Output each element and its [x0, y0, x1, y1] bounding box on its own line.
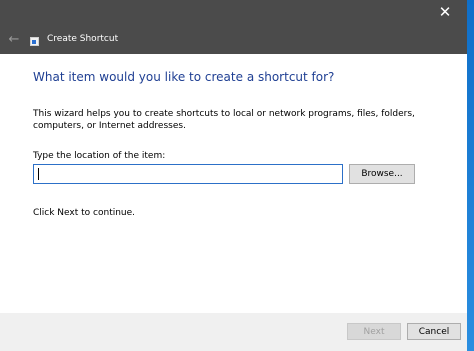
next-button[interactable]: Next	[347, 323, 401, 340]
location-label: Type the location of the item:	[33, 151, 166, 161]
close-button[interactable]: ✕	[423, 0, 467, 25]
cancel-button[interactable]: Cancel	[407, 323, 461, 340]
window-title: Create Shortcut	[47, 34, 119, 44]
wizard-content: What item would you like to create a sho…	[0, 54, 467, 313]
text-caret	[38, 168, 39, 180]
browse-button[interactable]: Browse...	[349, 164, 415, 184]
desktop-background	[466, 0, 474, 351]
back-button[interactable]: ←	[6, 31, 22, 47]
wizard-footer: Next Cancel	[0, 313, 467, 351]
window-top-band: ✕	[0, 0, 467, 25]
wizard-description: This wizard helps you to create shortcut…	[33, 109, 415, 131]
location-input[interactable]	[33, 164, 343, 184]
shortcut-app-icon	[30, 37, 39, 46]
page-title: What item would you like to create a sho…	[33, 70, 335, 84]
create-shortcut-window: ✕ ← Create Shortcut What item would you …	[0, 0, 467, 351]
close-icon: ✕	[438, 3, 452, 21]
back-arrow-icon: ←	[8, 31, 20, 47]
next-hint-text: Click Next to continue.	[33, 208, 136, 218]
